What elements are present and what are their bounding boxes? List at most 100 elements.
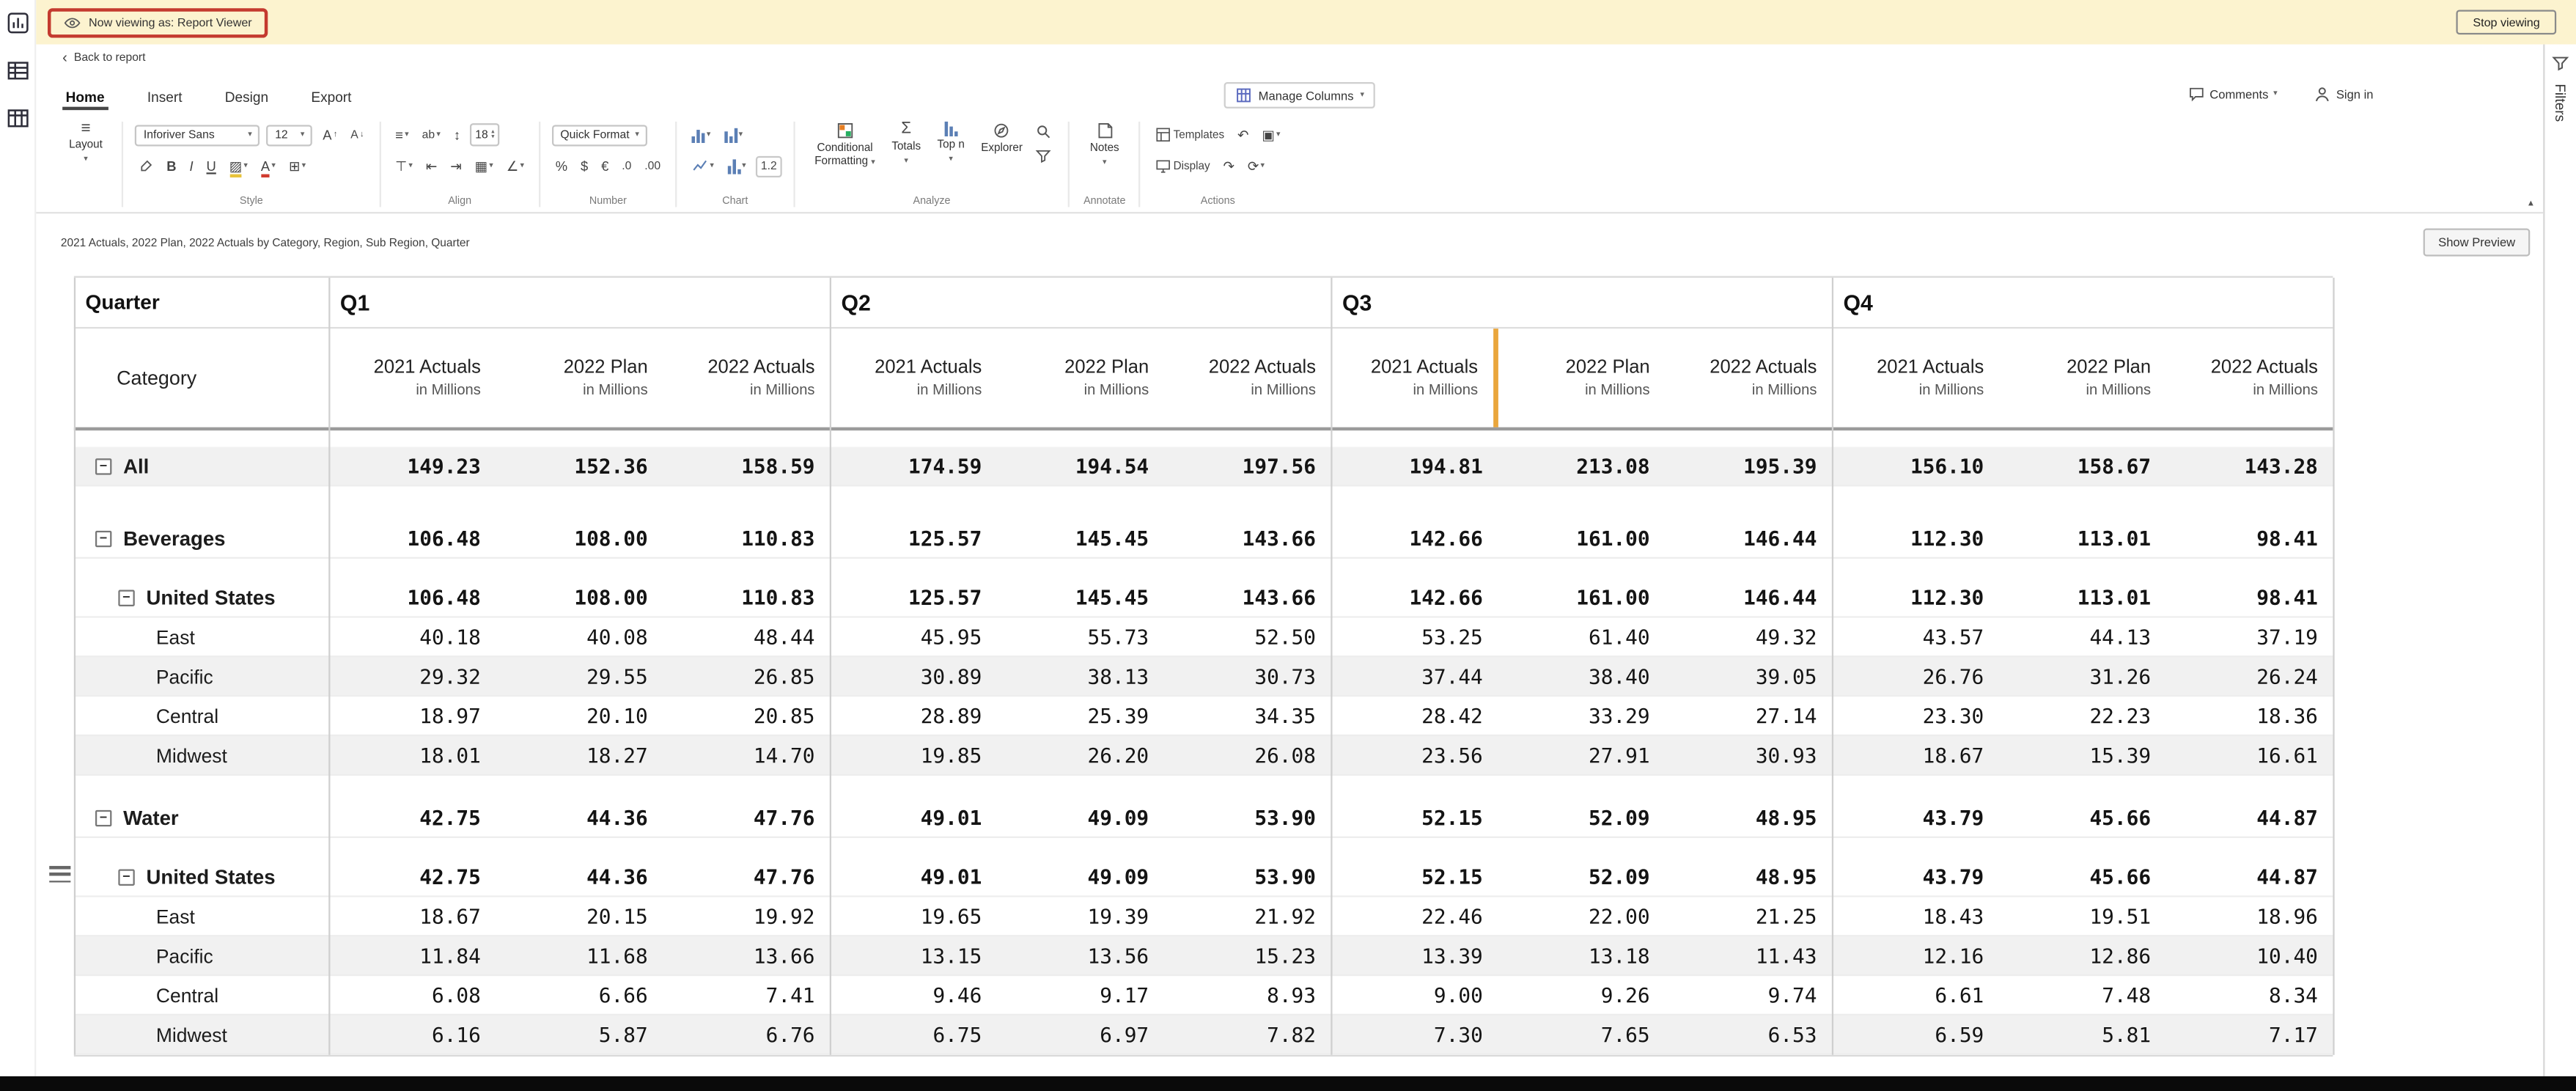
search-icon[interactable] <box>1036 123 1052 139</box>
row-label[interactable]: −All <box>74 447 328 485</box>
value-cell[interactable]: 9.17 <box>997 976 1164 1014</box>
value-cell[interactable]: 22.46 <box>1331 897 1498 936</box>
value-cell[interactable]: 9.00 <box>1331 976 1498 1014</box>
measure-header[interactable]: 2022 Planin Millions <box>1998 328 2165 427</box>
value-cell[interactable]: 44.13 <box>1998 618 2165 656</box>
value-cell[interactable]: 6.75 <box>830 1015 997 1054</box>
collapse-toggle-icon[interactable]: − <box>118 868 134 884</box>
value-cell[interactable]: 22.23 <box>1998 697 2165 735</box>
value-cell[interactable]: 12.16 <box>1832 936 1999 974</box>
value-cell[interactable]: 98.41 <box>2165 519 2333 557</box>
value-cell[interactable]: 113.01 <box>1998 519 2165 557</box>
fill-color-button[interactable]: ▨▾ <box>226 155 251 177</box>
collapse-toggle-icon[interactable]: − <box>95 530 111 546</box>
value-cell[interactable]: 22.00 <box>1498 897 1665 936</box>
value-cell[interactable]: 45.95 <box>830 618 997 656</box>
collapse-ribbon-icon[interactable]: ▾ <box>2528 197 2533 209</box>
value-cell[interactable]: 26.20 <box>997 736 1164 774</box>
currency-euro-button[interactable]: € <box>598 155 612 177</box>
value-cell[interactable]: 45.66 <box>1998 858 2165 896</box>
value-cell[interactable]: 15.39 <box>1998 736 2165 774</box>
percent-format-button[interactable]: % <box>552 155 570 177</box>
row-drag-handle-icon[interactable] <box>49 866 70 882</box>
column-chart-button[interactable]: ▾ <box>721 124 746 145</box>
decimal-increase-button[interactable]: .00 <box>641 155 664 177</box>
value-cell[interactable]: 5.81 <box>1998 1015 2165 1054</box>
value-cell[interactable]: 7.41 <box>663 976 830 1014</box>
collapse-toggle-icon[interactable]: − <box>95 809 111 826</box>
tab-export[interactable]: Export <box>308 81 355 111</box>
value-cell[interactable]: 53.90 <box>1163 798 1331 837</box>
underline-button[interactable]: U <box>203 155 219 177</box>
value-cell[interactable]: 158.67 <box>1998 447 2165 485</box>
matrix-view-icon[interactable] <box>6 107 29 130</box>
value-cell[interactable]: 38.40 <box>1498 657 1665 695</box>
value-cell[interactable]: 49.09 <box>997 798 1164 837</box>
value-cell[interactable]: 40.08 <box>496 618 663 656</box>
row-label[interactable]: East <box>74 897 328 936</box>
quarter-header[interactable]: Q2 <box>830 278 1331 327</box>
measure-header[interactable]: 2021 Actualsin Millions <box>328 328 496 427</box>
comments-button[interactable]: Comments ▾ <box>2188 86 2278 102</box>
bar-chart-button[interactable]: ▾ <box>688 124 714 145</box>
notes-button[interactable]: Notes ▾ <box>1082 117 1127 169</box>
value-cell[interactable]: 146.44 <box>1665 519 1832 557</box>
row-label[interactable]: East <box>74 618 328 656</box>
measure-header[interactable]: 2022 Actualsin Millions <box>2165 328 2333 427</box>
tab-design[interactable]: Design <box>221 81 271 111</box>
frame-capture-button[interactable]: ▣▾ <box>1259 124 1284 145</box>
value-cell[interactable]: 6.59 <box>1832 1015 1999 1054</box>
value-cell[interactable]: 21.92 <box>1163 897 1331 936</box>
measure-header[interactable]: 2022 Actualsin Millions <box>663 328 830 427</box>
value-cell[interactable]: 161.00 <box>1498 578 1665 617</box>
font-decrease-button[interactable]: A↓ <box>347 124 367 145</box>
value-cell[interactable]: 47.76 <box>663 858 830 896</box>
font-increase-button[interactable]: A↑ <box>320 124 341 145</box>
value-cell[interactable]: 8.34 <box>2165 976 2333 1014</box>
value-cell[interactable]: 18.43 <box>1832 897 1999 936</box>
value-cell[interactable]: 108.00 <box>496 578 663 617</box>
value-cell[interactable]: 152.36 <box>496 447 663 485</box>
bold-button[interactable]: B <box>163 155 180 177</box>
value-cell[interactable]: 18.01 <box>328 736 496 774</box>
value-cell[interactable]: 52.50 <box>1163 618 1331 656</box>
quarter-header[interactable]: Q3 <box>1331 278 1832 327</box>
row-label[interactable]: Central <box>74 697 328 735</box>
value-cell[interactable]: 9.26 <box>1498 976 1665 1014</box>
explorer-button[interactable]: Explorer <box>973 117 1031 169</box>
value-cell[interactable]: 37.19 <box>2165 618 2333 656</box>
top-n-button[interactable]: Top n ▾ <box>929 117 973 169</box>
row-label[interactable]: Midwest <box>74 1015 328 1054</box>
value-cell[interactable]: 7.30 <box>1331 1015 1498 1054</box>
report-board-icon[interactable] <box>6 12 29 34</box>
conditional-formatting-button[interactable]: ConditionalFormatting ▾ <box>806 117 883 169</box>
row-label[interactable]: −United States <box>74 858 328 896</box>
value-cell[interactable]: 33.29 <box>1498 697 1665 735</box>
value-cell[interactable]: 6.53 <box>1665 1015 1832 1054</box>
value-cell[interactable]: 146.44 <box>1665 578 1832 617</box>
value-cell[interactable]: 110.83 <box>663 578 830 617</box>
borders-button[interactable]: ⊞▾ <box>285 155 309 177</box>
table-view-icon[interactable] <box>6 59 29 82</box>
value-cell[interactable]: 52.09 <box>1498 798 1665 837</box>
value-cell[interactable]: 48.95 <box>1665 798 1832 837</box>
collapse-toggle-icon[interactable]: − <box>118 589 134 605</box>
value-cell[interactable]: 143.28 <box>2165 447 2333 485</box>
totals-button[interactable]: Σ Totals ▾ <box>883 117 929 169</box>
value-cell[interactable]: 6.16 <box>328 1015 496 1054</box>
value-cell[interactable]: 11.84 <box>328 936 496 974</box>
value-cell[interactable]: 108.00 <box>496 519 663 557</box>
value-cell[interactable]: 11.68 <box>496 936 663 974</box>
value-cell[interactable]: 194.54 <box>997 447 1164 485</box>
value-cell[interactable]: 25.39 <box>997 697 1164 735</box>
value-cell[interactable]: 194.81 <box>1331 447 1498 485</box>
value-cell[interactable]: 11.43 <box>1665 936 1832 974</box>
italic-button[interactable]: I <box>186 155 196 177</box>
sign-in-button[interactable]: Sign in <box>2313 86 2373 104</box>
value-cell[interactable]: 174.59 <box>830 447 997 485</box>
font-name-select[interactable]: Inforiver Sans▾ <box>136 124 260 145</box>
value-cell[interactable]: 18.96 <box>2165 897 2333 936</box>
value-cell[interactable]: 113.01 <box>1998 578 2165 617</box>
measure-header[interactable]: 2021 Actualsin Millions <box>1832 328 1999 427</box>
value-cell[interactable]: 6.61 <box>1832 976 1999 1014</box>
